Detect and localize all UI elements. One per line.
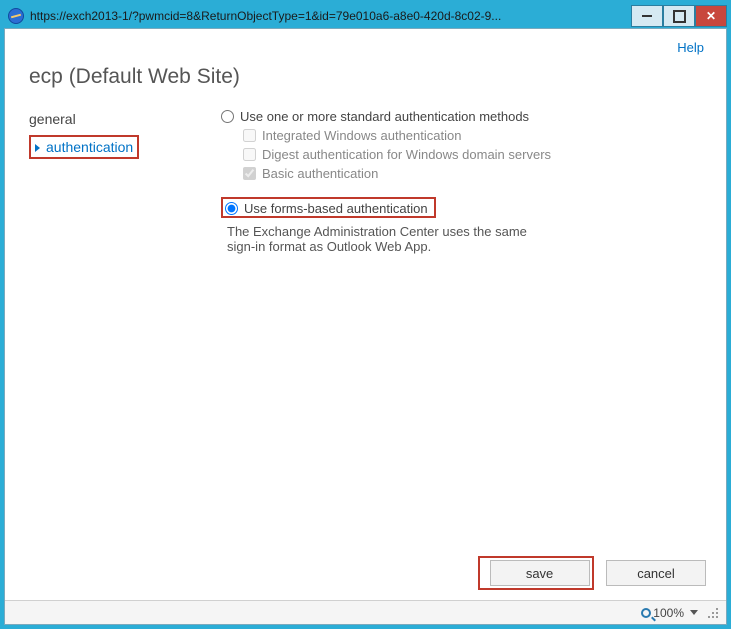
ie-icon [8,8,24,24]
auth-form: Use one or more standard authentication … [209,107,702,546]
radio-standard-auth-input[interactable] [221,110,234,123]
address-url: https://exch2013-1/?pwmcid=8&ReturnObjec… [30,9,631,23]
client-area: Help ecp (Default Web Site) general auth… [4,28,727,625]
zoom-icon[interactable] [641,608,651,618]
close-button[interactable]: ✕ [695,5,727,27]
checkbox-basic-label: Basic authentication [262,166,378,181]
page-title: ecp (Default Web Site) [5,57,726,107]
checkbox-basic[interactable]: Basic authentication [243,166,702,181]
minimize-button[interactable] [631,5,663,27]
help-link[interactable]: Help [677,40,704,55]
app-window: https://exch2013-1/?pwmcid=8&ReturnObjec… [0,0,731,629]
help-bar: Help [5,29,726,57]
radio-forms-auth-label: Use forms-based authentication [244,201,428,216]
nav-item-authentication-label: authentication [46,139,133,155]
highlight-box-forms: Use forms-based authentication [221,197,436,218]
radio-forms-auth-input[interactable] [225,202,238,215]
highlight-box-save: save [478,556,594,590]
nav-item-general[interactable]: general [29,107,209,131]
window-controls: ✕ [631,5,727,27]
zoom-level: 100% [653,606,684,620]
cancel-button[interactable]: cancel [606,560,706,586]
standard-auth-options: Integrated Windows authentication Digest… [243,128,702,181]
nav-item-authentication[interactable]: authentication [29,131,209,163]
checkbox-digest-label: Digest authentication for Windows domain… [262,147,551,162]
checkbox-digest-input [243,148,256,161]
titlebar: https://exch2013-1/?pwmcid=8&ReturnObjec… [4,4,727,28]
checkbox-digest[interactable]: Digest authentication for Windows domain… [243,147,702,162]
resize-grip-icon[interactable] [708,608,718,618]
highlight-box-auth: authentication [29,135,139,159]
caret-icon [35,144,40,152]
dialog-footer: save cancel [5,546,726,600]
radio-standard-auth-label: Use one or more standard authentication … [240,109,529,124]
forms-auth-description: The Exchange Administration Center uses … [227,224,557,254]
forms-auth-section: Use forms-based authentication The Excha… [221,197,702,254]
save-button[interactable]: save [490,560,590,586]
radio-forms-auth[interactable]: Use forms-based authentication [225,201,428,216]
checkbox-basic-input [243,167,256,180]
status-bar: 100% [5,600,726,624]
side-nav: general authentication [29,107,209,546]
zoom-dropdown-icon[interactable] [690,610,698,615]
checkbox-integrated[interactable]: Integrated Windows authentication [243,128,702,143]
body: general authentication Use one or more s… [5,107,726,546]
radio-standard-auth[interactable]: Use one or more standard authentication … [221,109,702,124]
maximize-button[interactable] [663,5,695,27]
checkbox-integrated-label: Integrated Windows authentication [262,128,461,143]
checkbox-integrated-input [243,129,256,142]
